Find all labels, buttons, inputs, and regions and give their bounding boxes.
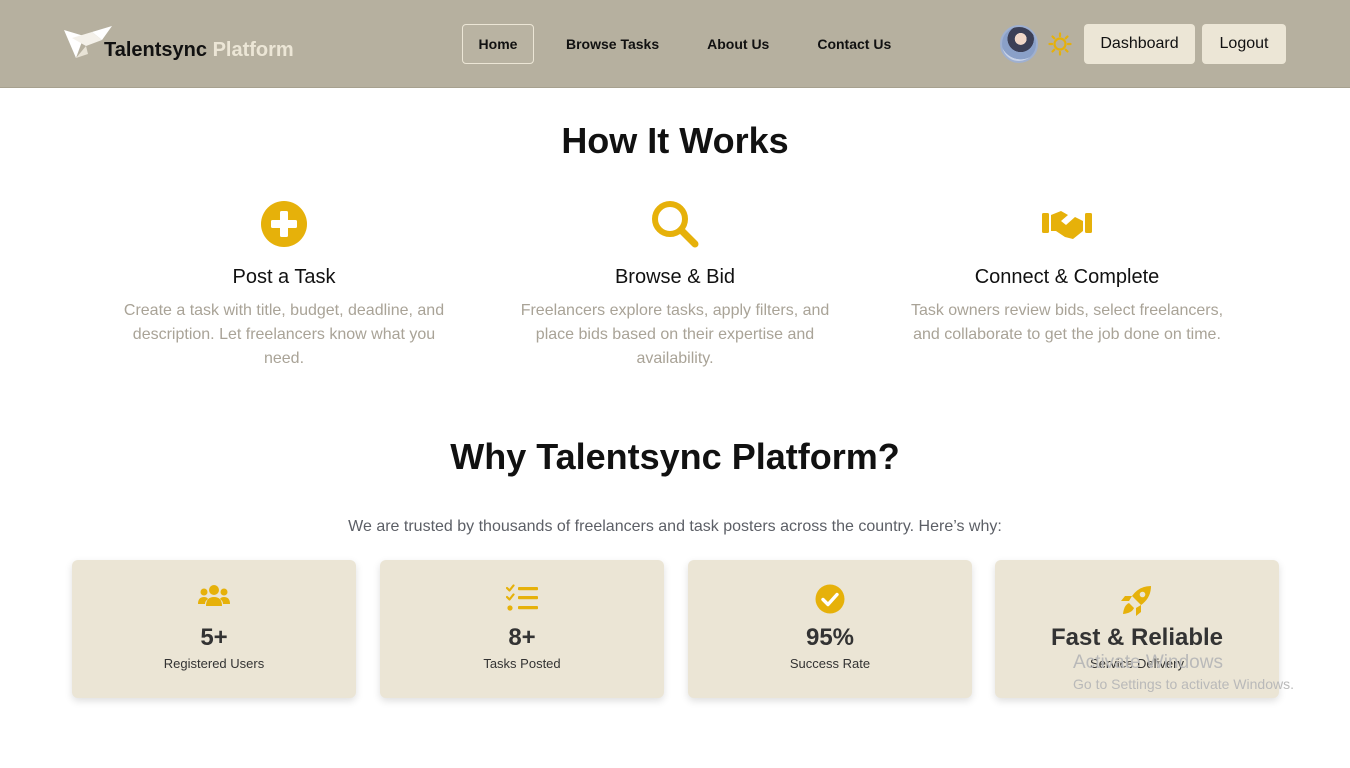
how-it-works-title: How It Works: [561, 120, 789, 161]
rocket-icon: [1121, 586, 1151, 616]
windows-activation-watermark: Activate Windows Go to Settings to activ…: [1073, 652, 1294, 692]
watermark-subtitle: Go to Settings to activate Windows.: [1073, 676, 1294, 692]
brand-title: Talentsync Platform: [104, 39, 294, 62]
stat-card-tasks: 8+ Tasks Posted: [380, 560, 664, 698]
logout-button[interactable]: Logout: [1202, 24, 1286, 64]
brand-name: Talentsync: [104, 39, 207, 61]
nav-contact-us[interactable]: Contact Us: [817, 24, 891, 64]
nav-home[interactable]: Home: [462, 24, 534, 64]
users-icon: [198, 585, 230, 606]
stat-value: 8+: [508, 624, 536, 651]
navbar: Talentsync Platform Home Browse Tasks Ab…: [0, 0, 1350, 88]
nav-user-area: Dashboard Logout: [1000, 24, 1286, 64]
handshake-icon: [1042, 211, 1092, 239]
search-icon: [652, 201, 699, 248]
stat-label: Registered Users: [163, 656, 265, 671]
step-title: Browse & Bid: [614, 266, 736, 288]
brand-logo-link[interactable]: Talentsync Platform: [62, 24, 294, 64]
stat-value: 5+: [200, 624, 228, 651]
stat-label: Success Rate: [789, 656, 871, 671]
dashboard-button[interactable]: Dashboard: [1084, 24, 1195, 64]
brand-accent: Platform: [212, 39, 294, 61]
step-description: Create a task with title, budget, deadli…: [123, 302, 445, 367]
why-subtitle: We are trusted by thousands of freelance…: [348, 518, 1002, 535]
step-post-task: Post a Task Create a task with title, bu…: [114, 198, 454, 371]
step-title: Post a Task: [232, 266, 336, 288]
sun-icon[interactable]: [1048, 32, 1072, 56]
stat-value: 95%: [805, 624, 855, 651]
step-connect-complete: Connect & Complete Task owners review bi…: [897, 198, 1237, 347]
stat-value: Fast & Reliable: [1050, 624, 1224, 651]
nav-browse-tasks[interactable]: Browse Tasks: [566, 24, 659, 64]
user-avatar[interactable]: [1000, 25, 1038, 63]
stat-label: Tasks Posted: [483, 656, 561, 671]
why-title: Why Talentsync Platform?: [450, 436, 900, 477]
task-list-icon: [506, 584, 538, 611]
step-browse-bid: Browse & Bid Freelancers explore tasks, …: [505, 198, 845, 371]
step-description: Freelancers explore tasks, apply filters…: [520, 302, 830, 367]
plus-circle-icon: [261, 201, 307, 247]
stat-card-users: 5+ Registered Users: [72, 560, 356, 698]
nav-about-us[interactable]: About Us: [707, 24, 769, 64]
watermark-title: Activate Windows: [1073, 652, 1223, 673]
step-description: Task owners review bids, select freelanc…: [910, 302, 1224, 343]
check-circle-icon: [815, 584, 845, 614]
step-title: Connect & Complete: [974, 266, 1160, 288]
main-nav: Home Browse Tasks About Us Contact Us: [462, 24, 891, 64]
stat-card-success: 95% Success Rate: [688, 560, 972, 698]
